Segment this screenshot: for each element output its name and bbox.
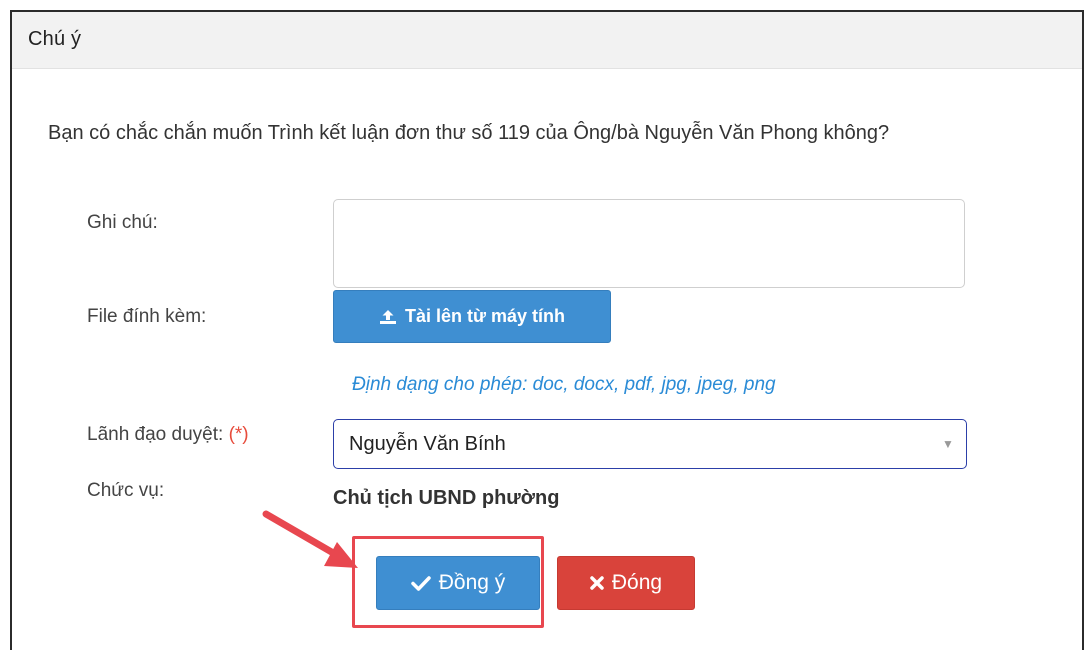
confirm-button[interactable]: Đồng ý — [376, 556, 540, 610]
check-icon — [410, 576, 431, 591]
note-textarea[interactable] — [333, 199, 965, 288]
upload-button-label: Tài lên từ máy tính — [404, 306, 566, 326]
upload-button[interactable]: Tài lên từ máy tính — [333, 290, 611, 343]
position-label: Chức vụ: — [87, 480, 165, 501]
close-button[interactable]: Đóng — [557, 556, 695, 610]
confirm-button-label: Đồng ý — [438, 571, 506, 594]
attachment-label: File đính kèm: — [87, 306, 207, 327]
dialog-title: Chú ý — [28, 28, 82, 50]
approver-label-text: Lãnh đạo duyệt: — [87, 424, 224, 445]
note-label: Ghi chú: — [87, 212, 158, 233]
confirm-question: Bạn có chắc chắn muốn Trình kết luận đơn… — [48, 122, 890, 144]
approver-select[interactable]: Nguyễn Văn Bính ▼ — [333, 419, 967, 469]
approver-selected-value: Nguyễn Văn Bính — [349, 433, 506, 455]
required-mark: (*) — [228, 424, 249, 445]
red-arrow-annotation — [262, 510, 358, 568]
caret-down-icon[interactable]: ▼ — [930, 420, 966, 468]
x-icon — [590, 576, 604, 590]
allowed-formats-hint: Định dạng cho phép: doc, docx, pdf, jpg,… — [352, 374, 776, 395]
close-button-label: Đóng — [611, 571, 663, 594]
approver-label: Lãnh đạo duyệt: (*) — [87, 424, 249, 446]
dialog-header: Chú ý — [12, 12, 1082, 69]
upload-icon — [379, 309, 396, 324]
